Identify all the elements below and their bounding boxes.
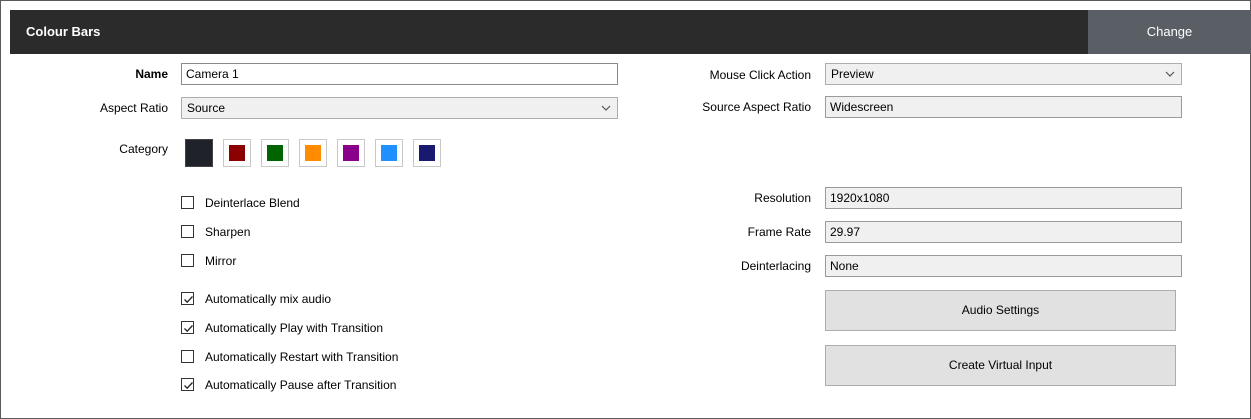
checkbox-unchecked[interactable] <box>181 254 194 267</box>
swatch-color <box>343 145 359 161</box>
checkmark-icon <box>184 296 193 304</box>
category-label: Category <box>119 142 168 156</box>
option-checkbox-label: Deinterlace Blend <box>205 196 300 210</box>
mouse-click-action-value: Preview <box>831 67 874 81</box>
option-checkbox-label: Mirror <box>205 254 237 268</box>
swatch-color <box>229 145 245 161</box>
source-aspect-ratio-field <box>825 96 1182 118</box>
frame-rate-field <box>825 221 1182 243</box>
category-swatch[interactable] <box>375 139 403 167</box>
category-swatch[interactable] <box>261 139 289 167</box>
name-label: Name <box>135 67 168 81</box>
checkmark-icon <box>184 325 193 333</box>
source-aspect-ratio-label: Source Aspect Ratio <box>702 100 811 114</box>
deinterlacing-label: Deinterlacing <box>740 259 811 273</box>
chevron-down-icon <box>601 105 611 111</box>
name-field[interactable] <box>181 63 618 85</box>
category-swatch[interactable] <box>413 139 441 167</box>
option-checkbox-label: Automatically Pause after Transition <box>205 378 397 392</box>
category-swatch[interactable] <box>223 139 251 167</box>
option-checkbox-label: Automatically mix audio <box>205 292 332 306</box>
swatch-color <box>186 140 212 166</box>
option-checkbox-label: Automatically Restart with Transition <box>205 350 399 364</box>
swatch-color <box>419 145 435 161</box>
category-swatch[interactable] <box>337 139 365 167</box>
panel-title: Colour Bars <box>26 24 101 39</box>
resolution-label: Resolution <box>754 191 811 205</box>
create-virtual-input-button[interactable]: Create Virtual Input <box>825 345 1176 386</box>
checkbox-unchecked[interactable] <box>181 225 194 238</box>
swatch-color <box>305 145 321 161</box>
deinterlacing-field <box>825 255 1182 277</box>
input-settings-panel: Colour Bars Change Name Aspect Ratio Sou… <box>0 0 1251 419</box>
checkbox-checked[interactable] <box>181 378 194 391</box>
aspect-ratio-value: Source <box>187 101 226 115</box>
change-button[interactable]: Change <box>1088 10 1251 54</box>
mouse-click-action-label: Mouse Click Action <box>709 68 811 82</box>
category-swatch[interactable] <box>299 139 327 167</box>
resolution-field <box>825 187 1182 209</box>
option-checkbox-label: Sharpen <box>205 225 251 239</box>
checkbox-unchecked[interactable] <box>181 350 194 363</box>
option-checkbox-label: Automatically Play with Transition <box>205 321 384 335</box>
audio-settings-button[interactable]: Audio Settings <box>825 290 1176 331</box>
category-swatch[interactable] <box>185 139 213 167</box>
swatch-color <box>381 145 397 161</box>
frame-rate-label: Frame Rate <box>747 225 811 239</box>
chevron-down-icon <box>1165 71 1175 77</box>
aspect-ratio-select[interactable]: Source <box>181 97 618 119</box>
checkmark-icon <box>184 382 193 390</box>
checkbox-unchecked[interactable] <box>181 196 194 209</box>
title-bar: Colour Bars Change <box>10 10 1251 54</box>
mouse-click-action-select[interactable]: Preview <box>825 63 1182 85</box>
swatch-color <box>267 145 283 161</box>
aspect-ratio-label: Aspect Ratio <box>99 101 168 115</box>
checkbox-checked[interactable] <box>181 321 194 334</box>
checkbox-checked[interactable] <box>181 292 194 305</box>
